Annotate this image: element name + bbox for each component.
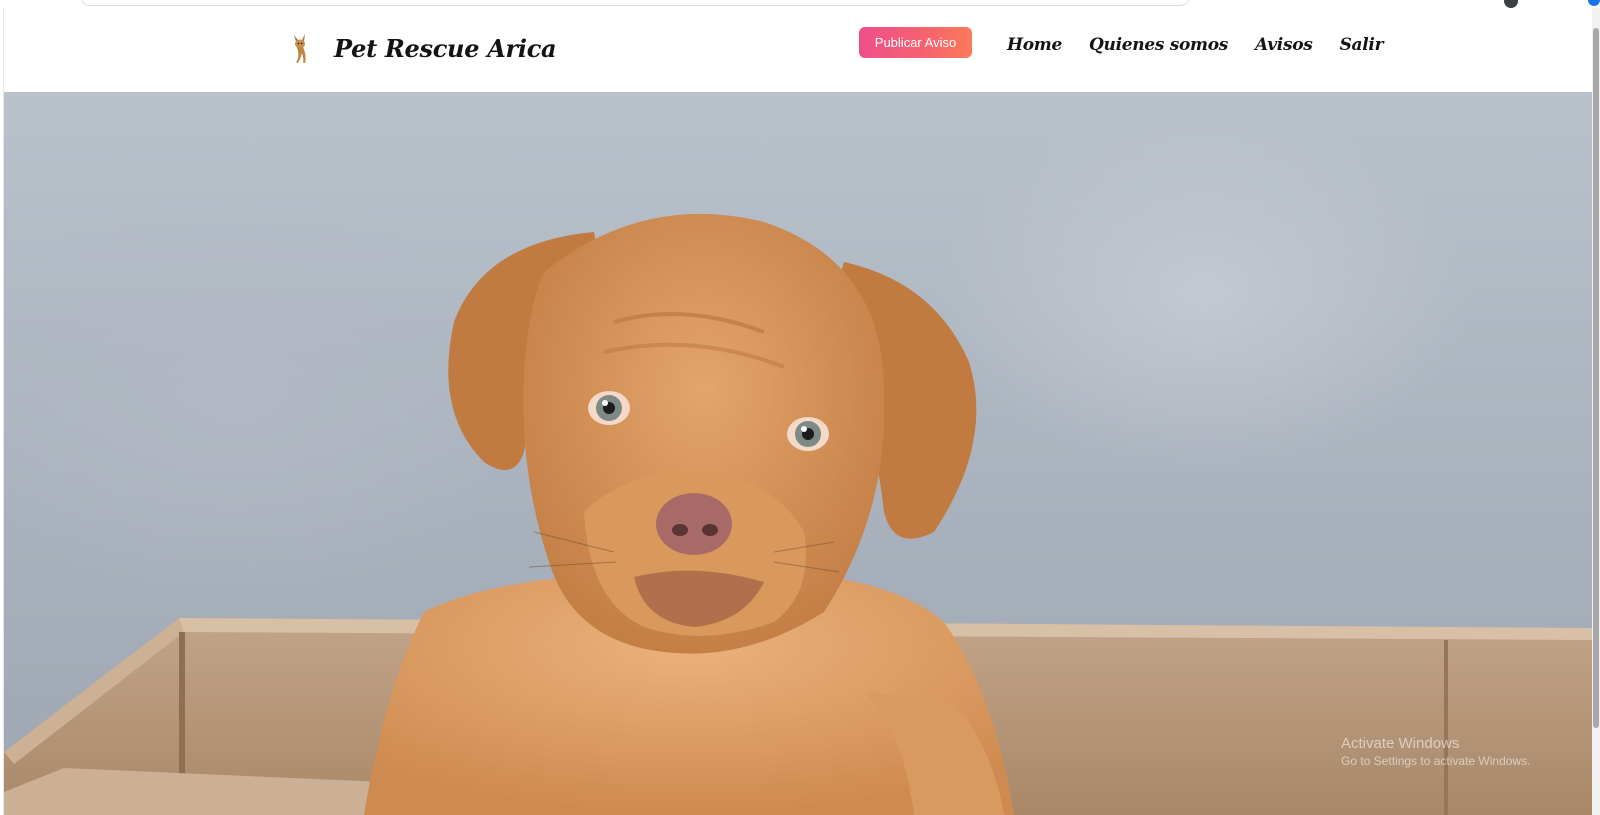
watermark-subtitle: Go to Settings to activate Windows.: [1341, 754, 1531, 768]
nav-link-logout[interactable]: Salir: [1340, 35, 1384, 55]
nav-link-home[interactable]: Home: [1007, 35, 1062, 55]
navbar: Pet Rescue Arica Publicar Aviso Home Qui…: [4, 8, 1592, 92]
extension-icon[interactable]: [1588, 0, 1600, 6]
chihuahua-logo-icon: [294, 34, 306, 63]
nav-links: Home Quienes somos Avisos Salir: [1007, 30, 1384, 60]
scrollbar-thumb[interactable]: [1593, 28, 1599, 728]
nav-link-notices[interactable]: Avisos: [1255, 35, 1313, 55]
page: Pet Rescue Arica Publicar Aviso Home Qui…: [3, 8, 1592, 815]
vertical-scrollbar[interactable]: [1592, 8, 1600, 815]
address-bar[interactable]: [80, 0, 1190, 6]
puppy-photo: [4, 213, 1592, 815]
brand-name: Pet Rescue Arica: [334, 33, 557, 63]
hero-banner: Activate Windows Go to Settings to activ…: [4, 92, 1592, 815]
watermark-title: Activate Windows: [1341, 735, 1460, 752]
publish-notice-button[interactable]: Publicar Aviso: [859, 27, 972, 58]
browser-chrome-edge: [0, 0, 1600, 8]
windows-activation-watermark: Activate Windows Go to Settings to activ…: [1341, 735, 1530, 768]
nav-link-about[interactable]: Quienes somos: [1089, 35, 1228, 55]
profile-icon[interactable]: [1504, 0, 1518, 8]
brand-link[interactable]: Pet Rescue Arica: [288, 28, 557, 68]
